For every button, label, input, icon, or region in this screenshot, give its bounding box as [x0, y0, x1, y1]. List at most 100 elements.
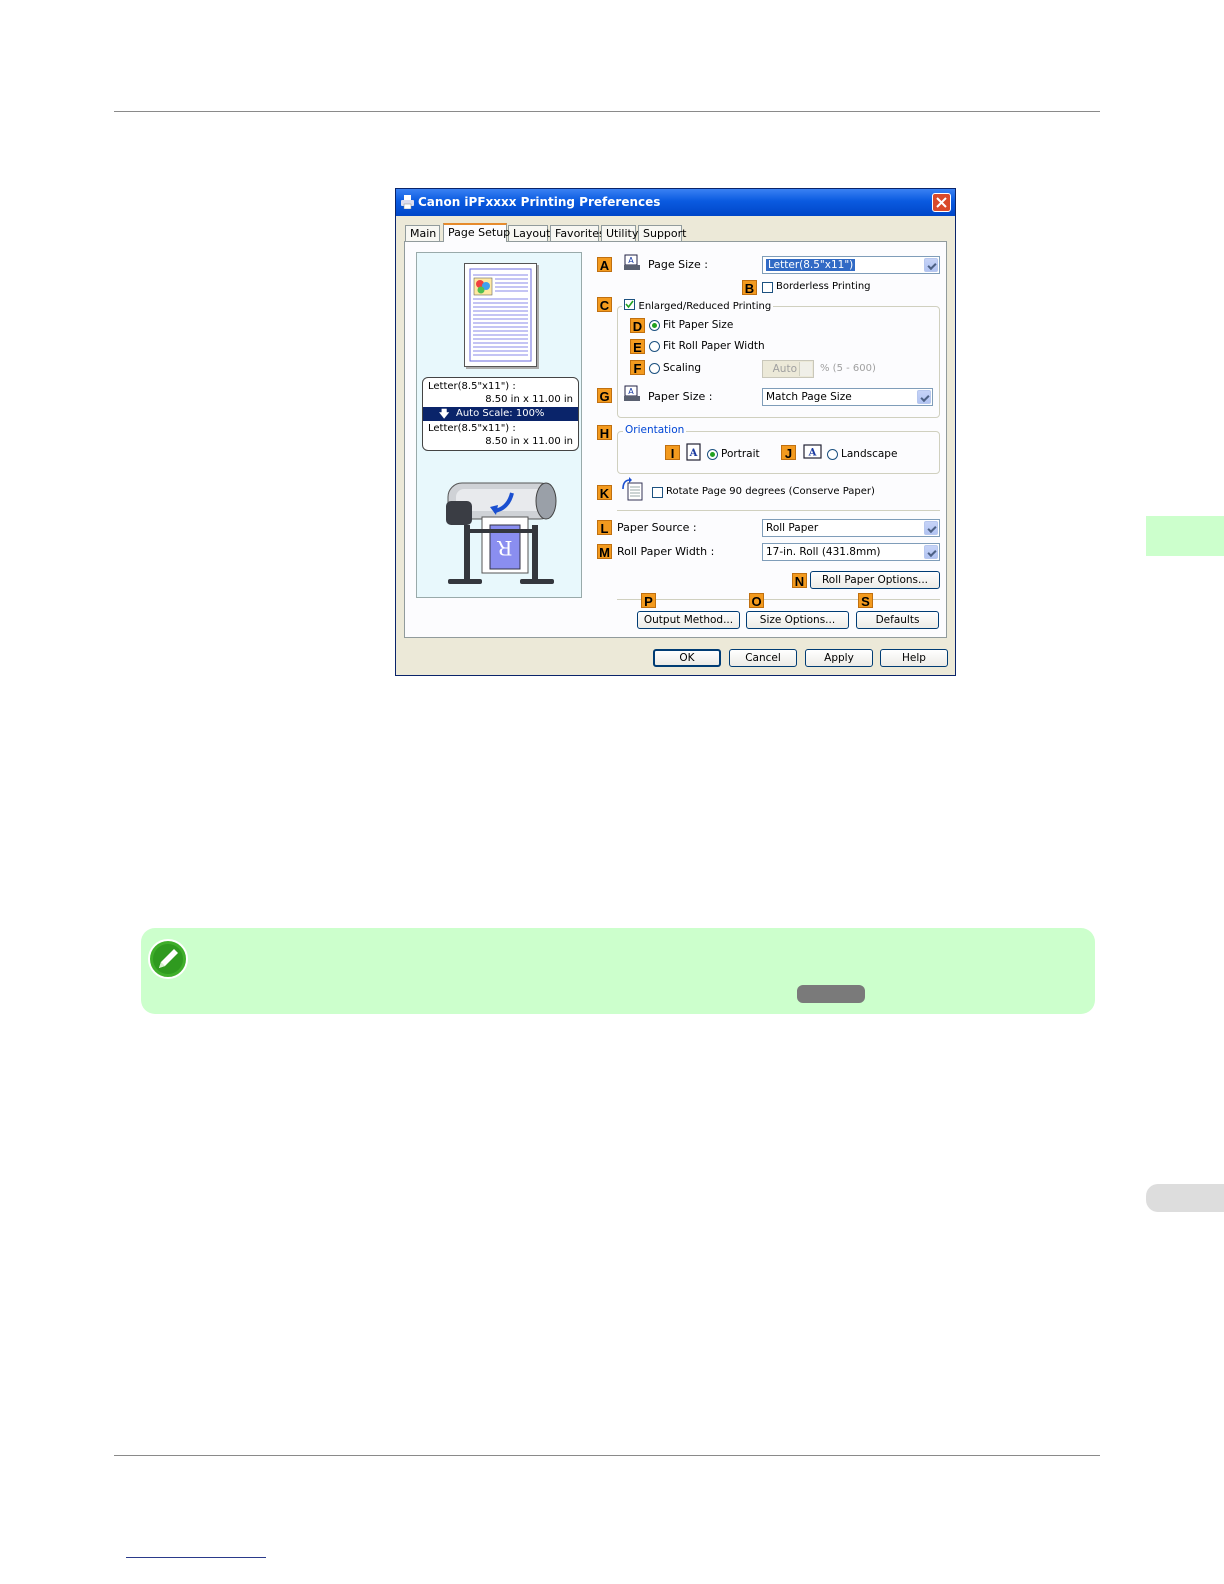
tab-page-setup[interactable]: Page Setup	[443, 223, 510, 242]
spinner-arrows-icon	[799, 362, 812, 376]
marker-l: L	[597, 520, 612, 536]
landscape-radio[interactable]	[827, 449, 838, 460]
roll-width-label: Roll Paper Width :	[617, 545, 715, 558]
page-size-select[interactable]: Letter(8.5"x11")	[762, 256, 940, 274]
paper-size-select[interactable]: Match Page Size	[762, 388, 933, 406]
note-box	[141, 928, 1095, 1014]
source-dims-text: 8.50 in x 11.00 in	[485, 394, 573, 405]
svg-text:A: A	[689, 448, 698, 459]
separator-line	[617, 510, 940, 511]
footer-link-underline[interactable]	[126, 1557, 266, 1558]
source-size-text: Letter(8.5"x11") :	[428, 381, 516, 392]
note-pencil-icon	[148, 939, 188, 979]
printer-illustration: R	[446, 482, 557, 584]
index-side-tab	[1146, 1184, 1224, 1212]
tab-layout[interactable]: Layout	[508, 225, 550, 241]
portrait-icon: A	[686, 443, 701, 461]
auto-scale-text: Auto Scale: 100%	[456, 408, 545, 419]
output-size-text: Letter(8.5"x11") :	[428, 423, 516, 434]
portrait-label: Portrait	[721, 448, 760, 460]
page-setup-panel: Letter(8.5"x11") : 8.50 in x 11.00 in 🡇 …	[404, 241, 947, 638]
output-dims-text: 8.50 in x 11.00 in	[485, 436, 573, 447]
cancel-button[interactable]: Cancel	[729, 649, 797, 667]
scaling-label: Scaling	[663, 362, 702, 374]
chevron-down-icon	[917, 390, 931, 404]
dialog-title: Canon iPFxxxx Printing Preferences	[418, 195, 661, 209]
checkmark-icon	[625, 300, 634, 309]
printing-preferences-dialog: Canon iPFxxxx Printing Preferences Main …	[395, 188, 956, 676]
svg-text:R: R	[497, 536, 513, 560]
fit-roll-width-label: Fit Roll Paper Width	[663, 340, 765, 352]
size-options-button[interactable]: Size Options...	[746, 611, 849, 629]
marker-a: A	[597, 257, 612, 273]
roll-width-select[interactable]: 17-in. Roll (431.8mm)	[762, 543, 940, 561]
page-size-icon: A	[624, 254, 640, 270]
help-button[interactable]: Help	[880, 649, 948, 667]
scaling-range: % (5 - 600)	[820, 363, 876, 374]
marker-d: D	[630, 318, 645, 334]
paper-size-icon: A	[624, 385, 640, 401]
header-rule	[114, 111, 1100, 112]
borderless-checkbox[interactable]	[762, 282, 773, 293]
scaling-value: Auto	[772, 363, 797, 375]
fit-paper-size-label: Fit Paper Size	[663, 319, 734, 331]
fit-paper-size-radio[interactable]	[649, 320, 660, 331]
separator-line-bottom	[617, 599, 940, 600]
enlarged-checkbox[interactable]	[624, 299, 635, 310]
rotate-icon	[622, 477, 643, 501]
marker-p: P	[641, 593, 656, 609]
marker-e: E	[630, 339, 645, 355]
defaults-button[interactable]: Defaults	[856, 611, 939, 629]
tab-main[interactable]: Main	[405, 225, 440, 241]
preview-pane: Letter(8.5"x11") : 8.50 in x 11.00 in 🡇 …	[416, 252, 582, 598]
enlarged-legend: Enlarged/Reduced Printing	[622, 299, 774, 312]
paper-size-label: Paper Size :	[648, 390, 713, 403]
fit-roll-width-radio[interactable]	[649, 341, 660, 352]
scaling-spinner[interactable]: Auto	[762, 360, 814, 378]
landscape-icon: A	[803, 444, 822, 459]
marker-f: F	[630, 360, 645, 376]
paper-source-label: Paper Source :	[617, 521, 697, 534]
apply-button[interactable]: Apply	[805, 649, 873, 667]
ok-button[interactable]: OK	[653, 649, 721, 667]
auto-scale-row: 🡇 Auto Scale: 100%	[423, 407, 578, 421]
svg-text:A: A	[628, 256, 634, 265]
marker-k: K	[597, 485, 612, 501]
enlarged-label: Enlarged/Reduced Printing	[638, 301, 772, 312]
scaling-radio[interactable]	[649, 363, 660, 374]
reference-link-button[interactable]	[797, 985, 865, 1003]
marker-m: M	[597, 544, 612, 560]
landscape-label: Landscape	[841, 448, 898, 460]
marker-i: I	[665, 445, 680, 461]
orientation-legend: Orientation	[623, 424, 687, 436]
marker-c: C	[597, 297, 612, 313]
page-preview-thumbnail	[464, 263, 537, 367]
svg-text:A: A	[808, 448, 817, 459]
roll-paper-options-button[interactable]: Roll Paper Options...	[810, 571, 940, 589]
chapter-side-tab	[1146, 516, 1224, 556]
rotate-label: Rotate Page 90 degrees (Conserve Paper)	[666, 486, 875, 497]
page-size-label: Page Size :	[648, 258, 708, 271]
tab-support[interactable]: Support	[638, 225, 686, 241]
marker-b: B	[742, 280, 757, 296]
output-method-button[interactable]: Output Method...	[637, 611, 740, 629]
portrait-radio[interactable]	[707, 449, 718, 460]
close-button[interactable]	[932, 193, 951, 212]
paper-source-select[interactable]: Roll Paper	[762, 519, 940, 537]
title-bar: Canon iPFxxxx Printing Preferences	[396, 189, 955, 216]
rotate-checkbox[interactable]	[652, 487, 663, 498]
roll-width-value: 17-in. Roll (431.8mm)	[766, 546, 881, 558]
printer-title-icon	[401, 195, 414, 209]
page-size-value: Letter(8.5"x11")	[766, 259, 856, 271]
marker-g: G	[597, 388, 612, 404]
chevron-down-icon	[924, 545, 938, 559]
footer-rule	[114, 1455, 1100, 1456]
tab-utility[interactable]: Utility	[601, 225, 638, 241]
borderless-label: Borderless Printing	[776, 281, 871, 292]
close-icon	[936, 197, 947, 208]
chevron-down-icon	[924, 258, 938, 272]
tab-favorites[interactable]: Favorites	[550, 225, 605, 241]
marker-o: O	[749, 593, 764, 609]
svg-text:A: A	[628, 387, 634, 396]
paper-source-value: Roll Paper	[766, 522, 819, 534]
